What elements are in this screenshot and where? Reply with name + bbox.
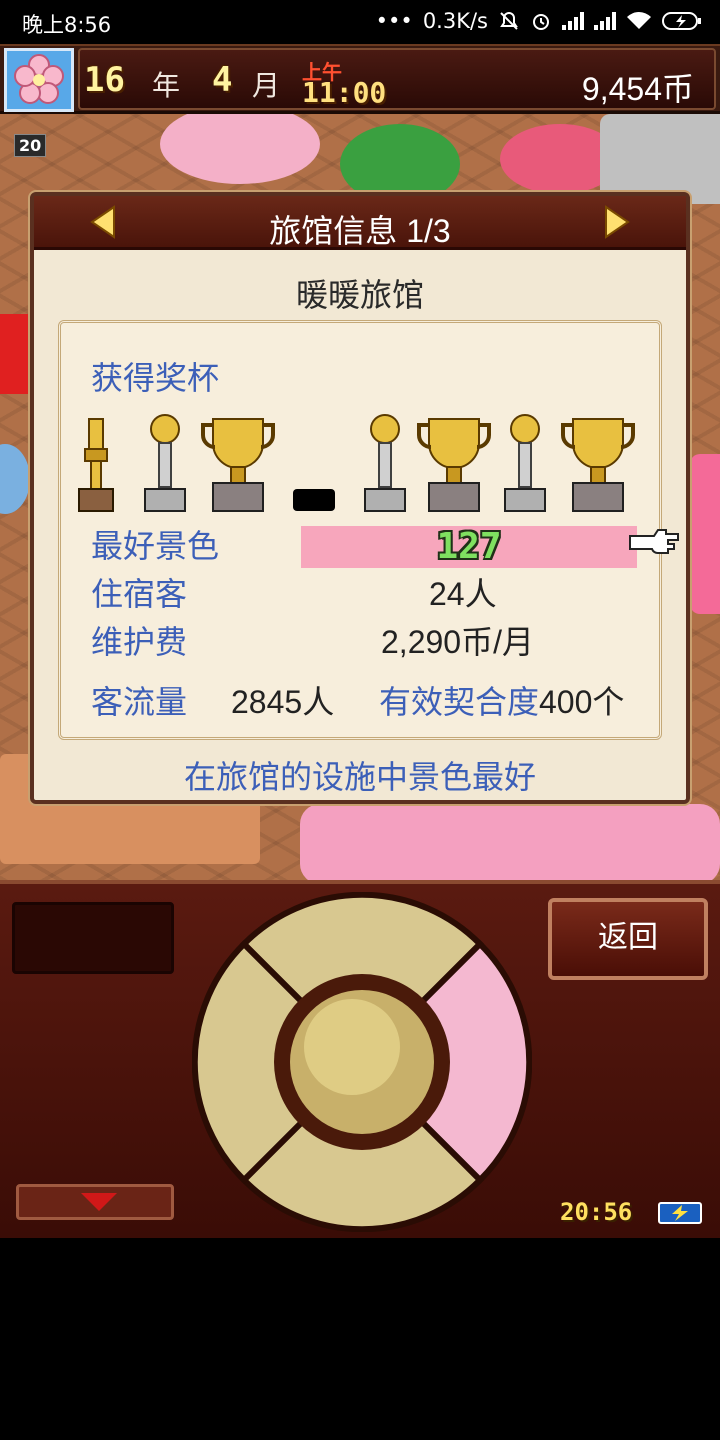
fit-label: 有效契合度 <box>379 684 540 720</box>
hand-trophy-icon <box>78 418 114 512</box>
down-arrow-icon <box>81 1193 117 1211</box>
alarm-icon <box>533 14 549 30</box>
mute-icon <box>500 11 518 30</box>
best-scenery-label: 最好景色 <box>91 528 220 564</box>
status-time: 晚上8:56 <box>22 13 112 37</box>
traffic-value: 2845人 <box>231 684 335 720</box>
upkeep-label: 维护费 <box>91 624 188 660</box>
net-speed: 0.3K/s <box>422 9 488 33</box>
stone-path <box>600 114 720 204</box>
lightning-icon <box>672 1205 688 1221</box>
status-icons: ••• 0.3K/s <box>376 9 702 33</box>
more-dots-icon: ••• <box>375 9 413 33</box>
pond <box>0 444 30 514</box>
game-controller: 返回 20:56 <box>0 880 720 1238</box>
money-display: 9,454币 <box>581 71 694 107</box>
inn-info-panel: 旅馆信息 1/3 暖暖旅馆 获得奖杯 最好景色 127 住宿客 24人 维护费 … <box>30 192 690 804</box>
battery-charging-icon <box>662 12 701 30</box>
signal-icon <box>562 12 584 30</box>
cherry-blossom-icon <box>14 54 64 104</box>
pink-flowerbed <box>690 454 720 614</box>
medal-trophy-icon <box>364 414 406 512</box>
direction-dial <box>192 892 532 1232</box>
panel-title: 旅馆信息 1/3 <box>269 213 451 249</box>
inn-stats-box: 获得奖杯 最好景色 127 住宿客 24人 维护费 2,290币/月 客流量 2… <box>58 320 662 740</box>
medal-trophy-icon <box>144 414 186 512</box>
next-page-arrow-icon[interactable] <box>602 205 632 239</box>
date-box: 16 年 4 月 上午 11:00 9,454币 <box>78 48 716 110</box>
guests-value: 24人 <box>429 576 497 612</box>
back-button[interactable]: 返回 <box>548 898 708 980</box>
flower-garden <box>300 804 720 880</box>
game-clock: 11:00 <box>302 76 387 109</box>
upkeep-value: 2,290币/月 <box>381 624 534 660</box>
sakura-tree <box>160 114 320 184</box>
pointing-hand-icon <box>629 529 679 554</box>
signal-icon-2 <box>594 12 616 30</box>
year-number: 16 <box>84 60 125 100</box>
trophies-label: 获得奖杯 <box>91 360 220 396</box>
menu-down-button[interactable] <box>16 1184 174 1220</box>
status-bar: 晚上8:56 ••• 0.3K/s <box>0 0 720 44</box>
panel-header: 旅馆信息 1/3 <box>34 196 686 250</box>
scenery-description: 在旅馆的设施中景色最好 <box>183 759 536 795</box>
game-header: 16 年 4 月 上午 11:00 9,454币 <box>0 44 720 114</box>
mini-screen-slot <box>12 902 174 974</box>
level-badge: 20 <box>14 134 47 157</box>
inn-name: 暖暖旅馆 <box>295 277 424 313</box>
trophy-row <box>75 403 655 513</box>
empty-trophy-slot-icon <box>293 489 335 511</box>
fit-value: 400个 <box>539 684 625 720</box>
year-unit: 年 <box>152 69 181 102</box>
best-scenery-bar: 127 <box>301 526 637 568</box>
month-number: 4 <box>212 60 233 100</box>
best-scenery-value: 127 <box>436 526 502 567</box>
traffic-label: 客流量 <box>91 684 188 720</box>
cup-trophy-icon <box>201 418 275 512</box>
wifi-icon <box>627 12 651 29</box>
cup-trophy-icon <box>561 418 635 512</box>
battery-icon <box>658 1202 702 1224</box>
month-unit: 月 <box>252 69 281 102</box>
medal-trophy-icon <box>504 414 546 512</box>
avatar[interactable] <box>4 48 74 112</box>
guests-label: 住宿客 <box>91 576 188 612</box>
controller-clock: 20:56 <box>560 1198 633 1226</box>
cup-trophy-icon <box>417 418 491 512</box>
